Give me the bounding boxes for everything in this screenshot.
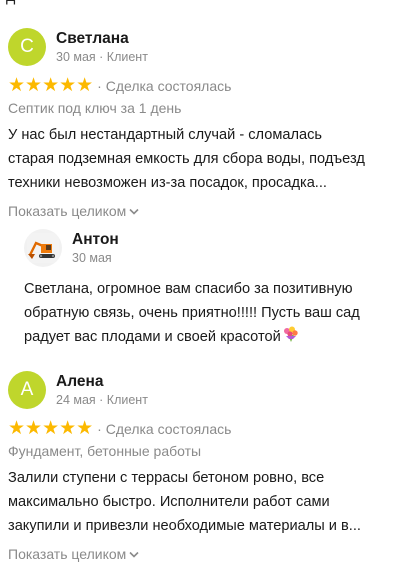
review-text: Залили ступени с террасы бетоном ровно, … [8,466,392,538]
service-name[interactable]: Септик под ключ за 1 день [8,98,392,119]
reply-text-line: Светлана, огромное вам спасибо за позити… [24,281,353,297]
review-text-line: старая подземная емкость для сбора воды,… [8,151,365,167]
reply-author-name[interactable]: Антон [72,230,119,249]
reply-header: Антон 30 мая [24,228,392,268]
review-card: С Светлана 30 мая · Клиент ★★★★★ · Сделк… [8,27,392,221]
rating-row: ★★★★★ · Сделка состоялась [8,418,392,440]
star-rating-icon: ★★★★★ [8,418,94,439]
show-more-label: Показать целиком [8,203,127,219]
previous-content-fragment: д [6,0,15,6]
reply-text-line: радует вас плодами и своей красотой [24,329,281,345]
excavator-icon [27,233,59,263]
reply-text-line-last: радует вас плодами и своей красотой [24,325,392,351]
author-name[interactable]: Алена [56,372,148,391]
excavator-logo[interactable] [24,229,62,267]
reply-text-line: обратную связь, очень приятно!!!!! Пусть… [24,305,360,321]
star-rating-icon: ★★★★★ [8,75,94,96]
reply-text: Светлана, огромное вам спасибо за позити… [24,277,392,351]
rating-row: ★★★★★ · Сделка состоялась [8,75,392,97]
review-card: А Алена 24 мая · Клиент ★★★★★ · Сделка с… [8,370,392,564]
review-date-role: 24 мая · Клиент [56,392,148,407]
review-text-line: У нас был нестандартный случай - сломала… [8,127,323,143]
chevron-down-icon [129,208,139,215]
author-name[interactable]: Светлана [56,29,148,48]
bouquet-emoji-icon [282,326,299,351]
service-name[interactable]: Фундамент, бетонные работы [8,441,392,462]
reply-date: 30 мая [72,250,112,265]
review-header: С Светлана 30 мая · Клиент [8,27,392,67]
deal-status: · Сделка состоялась [97,421,232,437]
reply-card: Антон 30 мая Светлана, огромное вам спас… [24,228,392,351]
deal-status: · Сделка состоялась [97,78,232,94]
review-date-role: 30 мая · Клиент [56,49,148,64]
show-more-label: Показать целиком [8,546,127,562]
review-text-line: максимально быстро. Исполнители работ са… [8,494,330,510]
review-header: А Алена 24 мая · Клиент [8,370,392,410]
review-text-line: техники невозможен из-за посадок, просад… [8,175,327,191]
chevron-down-icon [129,551,139,558]
avatar[interactable]: С [8,28,46,66]
show-more-link[interactable]: Показать целиком [8,201,392,221]
show-more-link[interactable]: Показать целиком [8,544,392,564]
review-text-line: закупили и привезли необходимые материал… [8,518,361,534]
review-text: У нас был нестандартный случай - сломала… [8,123,392,195]
avatar[interactable]: А [8,371,46,409]
review-text-line: Залили ступени с террасы бетоном ровно, … [8,470,325,486]
